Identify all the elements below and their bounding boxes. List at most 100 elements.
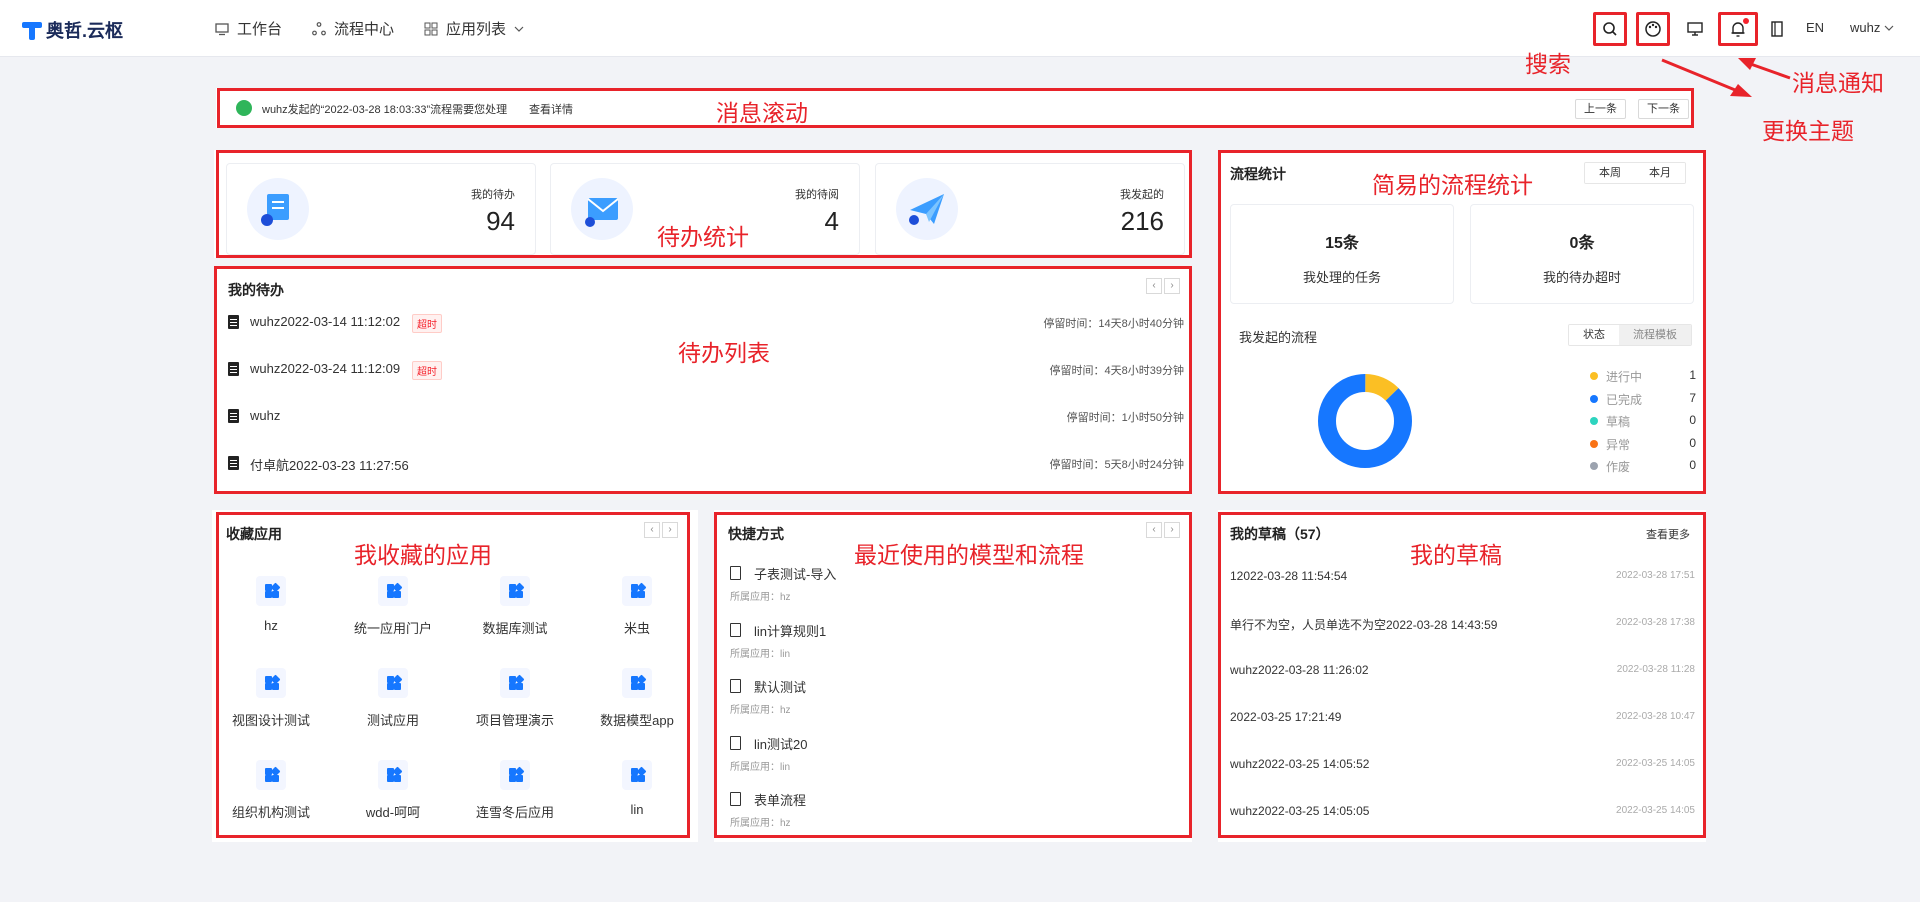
app-tile[interactable]: 视图设计测试 [210,668,332,748]
ticker-detail-link[interactable]: 查看详情 [529,101,573,117]
stat-value: 94 [486,206,515,236]
app-tile[interactable]: 米虫 [576,576,698,656]
shortcuts-pager: ‹ › [1146,522,1180,538]
app-icon [622,668,652,698]
app-tile[interactable]: lin [576,760,698,840]
app-icon [500,668,530,698]
legend-dot [1590,439,1598,448]
annotation-fav-apps: 我收藏的应用 [354,542,492,568]
document-icon [228,409,239,423]
shortcut-item[interactable]: 默认测试 所属应用：hz [730,677,1030,721]
prev-page-button[interactable]: ‹ [644,522,660,538]
stay-time: 停留时间：1小时50分钟 [1066,412,1184,424]
todo-row[interactable]: 付卓航2022-03-23 11:27:56 停留时间：5天8小时24分钟 [228,454,1184,474]
app-icon [378,668,408,698]
app-icon [500,760,530,790]
shortcut-app: 所属应用：lin [730,648,791,660]
next-page-button[interactable]: › [1164,278,1180,294]
todo-row[interactable]: wuhz 停留时间：1小时50分钟 [228,407,1184,427]
app-tile[interactable]: 数据库测试 [454,576,576,656]
app-name: 视图设计测试 [231,713,310,728]
app-tile[interactable]: 统一应用门户 [332,576,454,656]
app-tile[interactable]: 测试应用 [332,668,454,748]
app-tile[interactable]: hz [210,576,332,656]
draft-date: 2022-03-28 10:47 [1616,711,1695,722]
stat-card-started[interactable]: 我发起的 216 [875,163,1185,255]
view-more-link[interactable]: 查看更多 [1646,526,1690,542]
shortcut-title: 子表测试-导入 [754,567,837,582]
app-tile[interactable]: 组织机构测试 [210,760,332,840]
mail-icon [571,178,633,240]
next-page-button[interactable]: › [1164,522,1180,538]
tab-month[interactable]: 本月 [1635,163,1685,183]
draft-title: wuhz2022-03-28 11:26:02 [1230,663,1369,677]
prev-page-button[interactable]: ‹ [1146,278,1162,294]
stat-todo-overdue[interactable]: 0条 我的待办超时 [1470,204,1694,304]
shortcut-item[interactable]: 子表测试-导入 所属应用：hz [730,564,1030,608]
tab-status[interactable]: 状态 [1569,325,1619,345]
draft-item[interactable]: 单行不为空，人员单选不为空2022-03-28 14:43:59 2022-03-… [1230,616,1695,634]
app-name: wdd-呵呵 [365,805,421,820]
panel-title: 快捷方式 [728,526,784,542]
legend-item: 作废 0 [1590,458,1696,474]
overdue-badge: 超时 [412,314,442,333]
app-tile[interactable]: 项目管理演示 [454,668,576,748]
stat-tasks-handled[interactable]: 15条 我处理的任务 [1230,204,1454,304]
shortcut-item[interactable]: 表单流程 所属应用：hz [730,790,1030,834]
started-flows-title: 我发起的流程 [1239,330,1318,345]
app-name: 数据库测试 [482,621,548,636]
flow-status-icon [236,100,252,116]
document-outline-icon [730,792,741,806]
panel-title: 流程统计 [1230,166,1286,182]
draft-item[interactable]: 2022-03-25 17:21:49 2022-03-28 10:47 [1230,710,1695,728]
panel-title: 我的草稿（57） [1230,526,1330,542]
draft-item[interactable]: 12022-03-28 11:54:54 2022-03-28 17:51 [1230,569,1695,587]
stay-time: 停留时间：5天8小时24分钟 [1049,459,1184,471]
draft-item[interactable]: wuhz2022-03-28 11:26:02 2022-03-28 11:28 [1230,663,1695,681]
document-outline-icon [730,622,741,637]
app-name: 统一应用门户 [353,621,432,636]
prev-page-button[interactable]: ‹ [1146,522,1162,538]
next-message-button[interactable]: 下一条 [1638,99,1689,119]
draft-item[interactable]: wuhz2022-03-25 14:05:05 2022-03-25 14:05 [1230,804,1695,822]
document-outline-icon [730,679,741,693]
stat-value: 4 [824,206,839,236]
todo-title: wuhz [250,408,281,423]
document-icon [228,315,239,329]
stay-time: 停留时间：4天8小时39分钟 [1049,365,1184,377]
document-outline-icon [730,735,741,750]
draft-item[interactable]: wuhz2022-03-25 14:05:52 2022-03-25 14:05 [1230,757,1695,775]
stat-card-todo[interactable]: 我的待办 94 [226,163,536,255]
legend-value: 1 [1689,368,1696,382]
stat-label: 我的待办 [471,189,515,201]
legend-value: 0 [1689,413,1696,427]
shortcut-item[interactable]: lin测试20 所属应用：lin [730,734,1030,778]
draft-date: 2022-03-28 17:38 [1616,617,1695,628]
stat-value: 216 [1120,206,1164,236]
ticker-message[interactable]: wuhz发起的“2022-03-28 18:03:33”流程需要您处理 [262,101,507,117]
legend-dot [1590,417,1598,425]
annotation-flow-stats: 简易的流程统计 [1372,172,1533,198]
annotation-recent: 最近使用的模型和流程 [854,542,1084,568]
legend-value: 0 [1689,435,1696,450]
app-icon [378,576,408,606]
tab-week[interactable]: 本周 [1585,163,1635,183]
shortcut-item[interactable]: lin计算规则1 所属应用：lin [730,621,1030,665]
legend-item: 已完成 7 [1590,391,1696,407]
shortcut-app: 所属应用：hz [730,818,791,829]
stat-label: 我的待阅 [795,189,839,201]
shortcut-title: 默认测试 [754,680,807,695]
next-page-button[interactable]: › [662,522,678,538]
prev-message-button[interactable]: 上一条 [1575,99,1626,119]
app-tile[interactable]: wdd-呵呵 [332,760,454,840]
tab-template[interactable]: 流程模板 [1619,325,1691,345]
panel-title: 收藏应用 [226,526,282,542]
todo-row[interactable]: wuhz2022-03-14 11:12:02 超时 停留时间：14天8小时40… [228,313,1184,333]
period-tabs: 本周 本月 [1584,162,1686,184]
app-tile[interactable]: 连雪冬后应用 [454,760,576,840]
app-icon [256,760,286,790]
document-icon [228,362,239,376]
app-tile[interactable]: 数据模型app [576,668,698,748]
app-name: 项目管理演示 [475,713,554,728]
shortcut-app: 所属应用：lin [730,761,791,773]
